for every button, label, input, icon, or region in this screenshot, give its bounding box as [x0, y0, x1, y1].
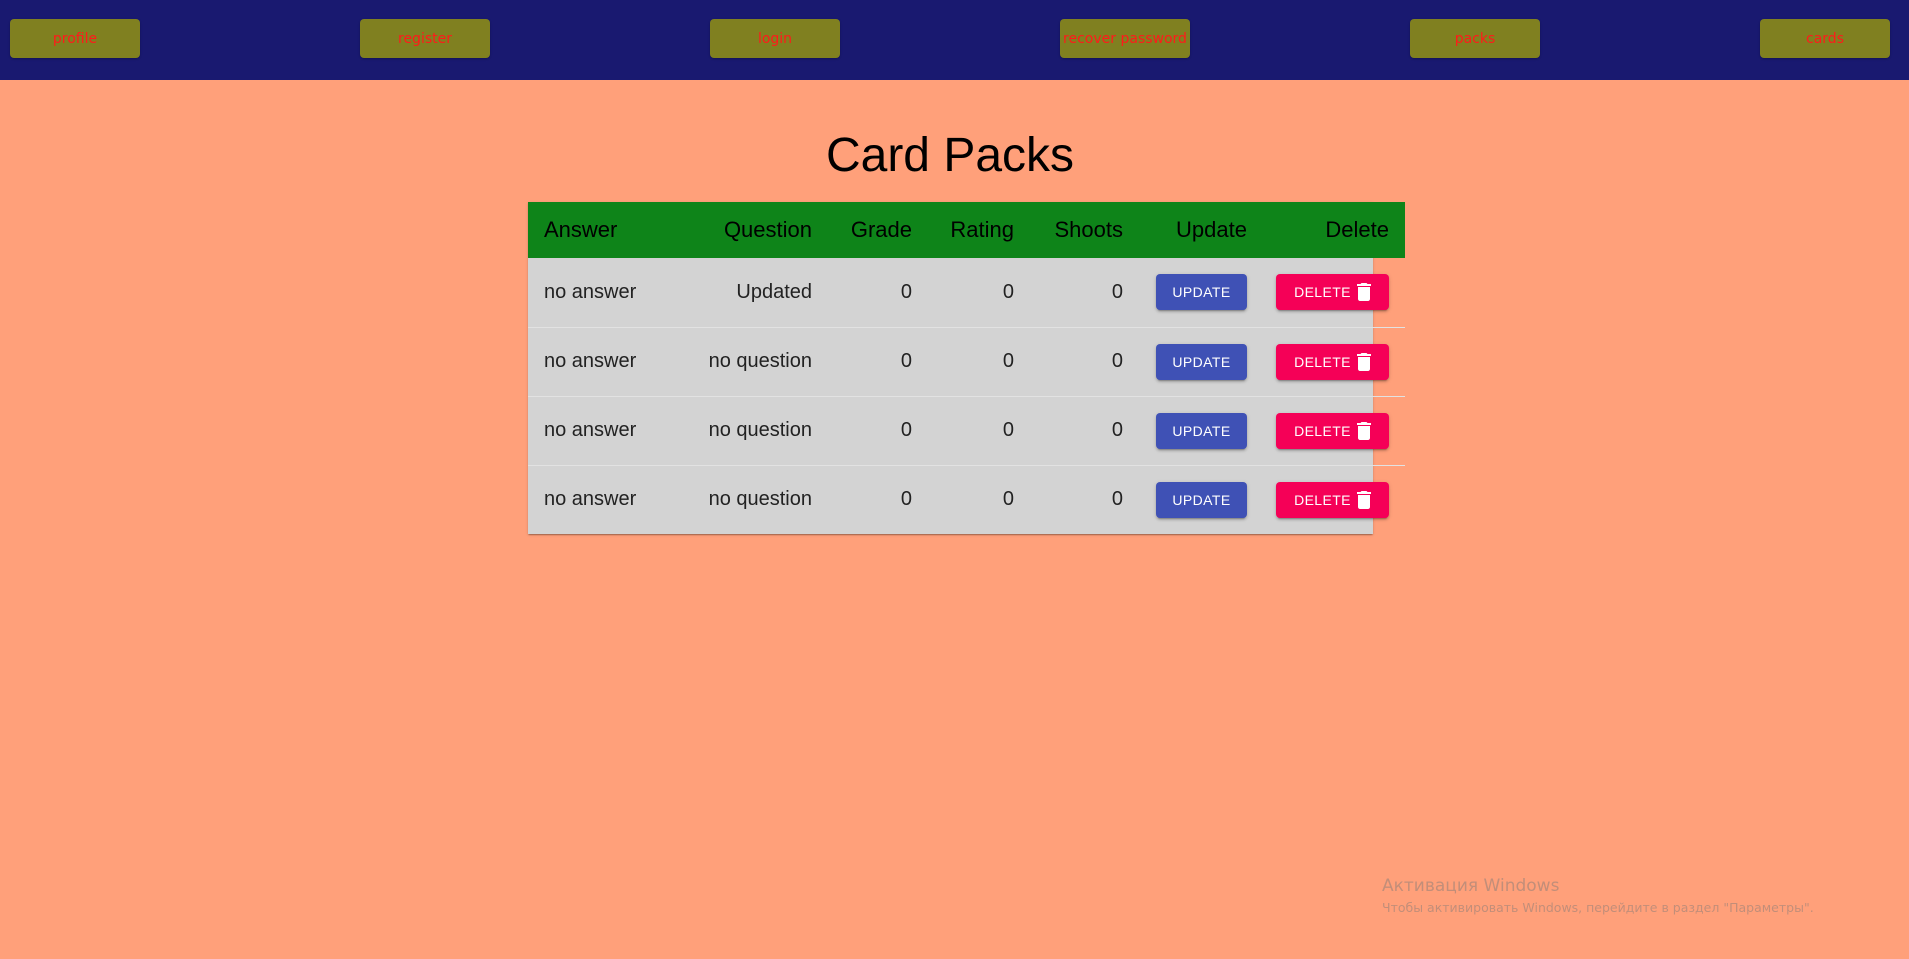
cell-rating: 0	[1002, 488, 1014, 511]
table-row: no answer no question 0 0 0 UPDATE DELET…	[528, 465, 1405, 534]
windows-activation-watermark: Активация Windows Чтобы активировать Win…	[1382, 876, 1814, 915]
nav-profile-button[interactable]: profile	[10, 19, 140, 58]
column-header-update: Update	[1176, 217, 1247, 242]
delete-button[interactable]: DELETE	[1276, 343, 1389, 380]
trash-icon	[1356, 490, 1371, 509]
cell-delete: DELETE	[1255, 465, 1405, 534]
cell-question: Updated	[670, 258, 820, 328]
cell-update: UPDATE	[1131, 258, 1255, 328]
update-button[interactable]: UPDATE	[1156, 274, 1247, 311]
cell-update: UPDATE	[1131, 327, 1255, 397]
cell-delete: DELETE	[1255, 327, 1405, 397]
cell-answer: no answer	[528, 327, 670, 397]
table-body: no answer Updated 0 0 0 UPDATE DELETE no…	[528, 258, 1405, 534]
column-header-answer: Answer	[544, 217, 618, 242]
cell-rating: 0	[920, 258, 1022, 328]
nav-cards-button[interactable]: cards	[1760, 19, 1890, 58]
cell-shoots: 0	[1111, 488, 1123, 511]
cell-update: UPDATE	[1131, 465, 1255, 534]
nav-register-button[interactable]: register	[360, 19, 490, 58]
cell-grade: 0	[820, 396, 920, 466]
table-header: Answer Question Grade Rating Shoots Upda…	[528, 202, 1405, 258]
delete-button[interactable]: DELETE	[1276, 412, 1389, 449]
column-header-shoots: Shoots	[1054, 217, 1124, 242]
watermark-title: Активация Windows	[1382, 876, 1560, 896]
cell-answer: no answer	[528, 396, 670, 466]
column-header-grade: Grade	[850, 217, 912, 242]
trash-icon	[1356, 283, 1371, 302]
nav-recover-password-button[interactable]: recover password	[1060, 19, 1190, 58]
delete-button-label: DELETE	[1294, 284, 1351, 301]
trash-icon	[1356, 421, 1371, 440]
update-button[interactable]: UPDATE	[1156, 343, 1247, 380]
cell-rating: 0	[920, 396, 1022, 466]
nav-login-button[interactable]: login	[710, 19, 840, 58]
column-header-rating: Rating	[950, 217, 1014, 242]
card-packs-table-container: Answer Question Grade Rating Shoots Upda…	[528, 202, 1405, 534]
delete-button[interactable]: DELETE	[1276, 481, 1389, 518]
cell-rating: 0	[920, 327, 1022, 397]
cell-shoots: 0	[1022, 258, 1131, 328]
delete-button-label: DELETE	[1294, 353, 1351, 370]
nav-packs-button[interactable]: packs	[1410, 19, 1540, 58]
delete-button-label: DELETE	[1294, 491, 1351, 508]
table-row: no answer no question 0 0 0 UPDATE DELET…	[528, 327, 1405, 397]
cell-grade: 0	[900, 488, 912, 511]
cell-grade: 0	[820, 327, 920, 397]
cell-delete: DELETE	[1255, 258, 1405, 328]
cell-question: no question	[670, 327, 820, 397]
cell-question: no question	[670, 396, 820, 466]
page-title: Card Packs	[825, 129, 1075, 182]
cell-shoots: 0	[1022, 327, 1131, 397]
update-button[interactable]: UPDATE	[1156, 481, 1247, 518]
cell-delete: DELETE	[1255, 396, 1405, 466]
table-header-row: Answer Question Grade Rating Shoots Upda…	[528, 202, 1405, 258]
cell-answer: no answer	[544, 488, 637, 511]
card-packs-table: Answer Question Grade Rating Shoots Upda…	[528, 202, 1405, 534]
delete-button-label: DELETE	[1294, 422, 1351, 439]
top-navbar: profile register login recover password …	[0, 0, 1909, 80]
trash-icon	[1356, 352, 1371, 371]
cell-shoots: 0	[1022, 396, 1131, 466]
column-header-question: Question	[723, 217, 812, 242]
cell-update: UPDATE	[1131, 396, 1255, 466]
column-header-delete: Delete	[1325, 217, 1389, 242]
table-row: no answer no question 0 0 0 UPDATE DELET…	[528, 396, 1405, 466]
cell-grade: 0	[820, 258, 920, 328]
cell-answer: no answer	[528, 258, 670, 328]
delete-button[interactable]: DELETE	[1276, 274, 1389, 311]
watermark-subtitle: Чтобы активировать Windows, перейдите в …	[1382, 900, 1814, 915]
update-button[interactable]: UPDATE	[1156, 412, 1247, 449]
cell-question: no question	[708, 488, 812, 511]
table-row: no answer Updated 0 0 0 UPDATE DELETE	[528, 258, 1405, 328]
